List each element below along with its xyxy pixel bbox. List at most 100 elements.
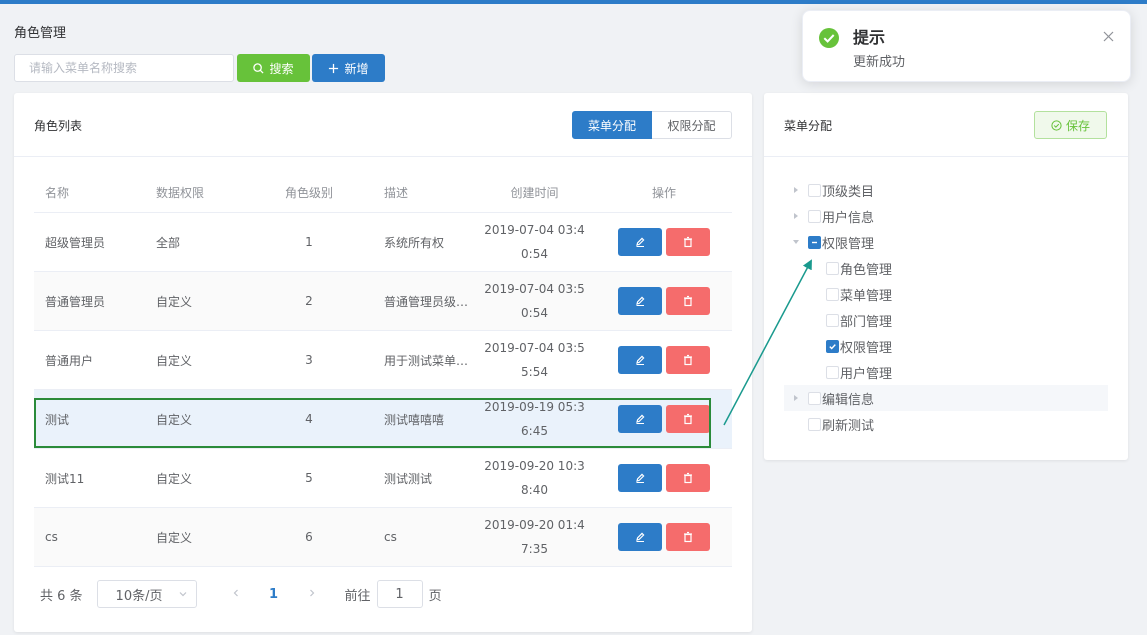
tree-node-user-info[interactable]: 用户信息	[784, 203, 1108, 229]
tree-node-dept-mgmt[interactable]: 部门管理	[784, 307, 1108, 333]
tree-checkbox[interactable]	[808, 209, 821, 223]
edit-button[interactable]	[618, 346, 662, 374]
tree-node-perm-mgmt-child[interactable]: 权限管理	[784, 333, 1108, 359]
tree-node-role-mgmt[interactable]: 角色管理	[784, 255, 1108, 281]
menu-assign-title: 菜单分配	[784, 119, 833, 133]
cell-created: 2019-07-04 03:4 0:54	[473, 218, 596, 266]
tree-checkbox[interactable]	[808, 183, 821, 197]
role-table: 名称 数据权限 角色级别 描述 创建时间 操作 超级管理员 全部 1 系统所有权…	[34, 173, 732, 567]
check-icon	[829, 343, 836, 350]
tab-menu-assign[interactable]: 菜单分配	[572, 111, 652, 139]
created-line2: 8:40	[521, 483, 548, 497]
tree-node-label: 角色管理	[840, 262, 893, 278]
edit-button[interactable]	[618, 523, 662, 551]
tree-node-refresh-test[interactable]: 刷新测试	[784, 411, 1108, 437]
tree-node-top-category[interactable]: 顶级类目	[784, 177, 1108, 203]
tree-node-label: 用户信息	[822, 210, 875, 226]
created-line1: 2019-07-04 03:5	[484, 282, 585, 296]
delete-button[interactable]	[666, 405, 710, 433]
col-level[interactable]: 角色级别	[255, 184, 363, 201]
table-row[interactable]: 测试11 自定义 5 测试测试 2019-09-20 10:3 8:40	[34, 449, 732, 508]
chevron-left-icon	[233, 589, 238, 596]
search-icon	[253, 62, 265, 74]
tree-checkbox[interactable]	[808, 391, 821, 405]
check-circle-icon	[1051, 119, 1062, 131]
delete-button[interactable]	[666, 346, 710, 374]
collapse-caret-icon[interactable]	[784, 238, 808, 246]
add-button[interactable]: 新增	[312, 54, 385, 82]
cell-level: 1	[305, 235, 313, 249]
cell-desc: 普通管理员级…	[384, 294, 469, 309]
table-row[interactable]: 超级管理员 全部 1 系统所有权 2019-07-04 03:4 0:54	[34, 213, 732, 272]
col-created[interactable]: 创建时间	[473, 181, 596, 205]
close-icon[interactable]	[1103, 31, 1114, 42]
edit-icon	[636, 532, 645, 542]
tree-checkbox[interactable]	[826, 261, 839, 275]
tree-checkbox-indeterminate[interactable]	[808, 235, 821, 249]
page-size-select[interactable]: 10条/页	[96, 580, 197, 608]
col-scope[interactable]: 数据权限	[145, 184, 255, 201]
table-row[interactable]: cs 自定义 6 cs 2019-09-20 01:4 7:35	[34, 508, 732, 567]
delete-button[interactable]	[666, 287, 710, 315]
cell-name: cs	[45, 530, 58, 544]
page-number-current[interactable]: 1	[259, 587, 289, 602]
tree-node-menu-mgmt[interactable]: 菜单管理	[784, 281, 1108, 307]
search-button[interactable]: 搜索	[237, 54, 310, 82]
trash-icon	[684, 236, 692, 248]
tree-checkbox[interactable]	[808, 417, 821, 431]
tree-node-label: 用户管理	[840, 366, 893, 382]
edit-button[interactable]	[618, 405, 662, 433]
edit-button[interactable]	[618, 464, 662, 492]
cell-scope: 自定义	[156, 353, 193, 368]
pagination: 共 6 条 10条/页 1 前往 页	[40, 580, 442, 608]
edit-icon	[636, 355, 645, 365]
menu-assign-card: 菜单分配 保存 顶级类目 用户信息 权限管理 角色管理 菜单管理 部门管理 权限…	[764, 93, 1128, 460]
expand-caret-icon[interactable]	[784, 212, 808, 220]
menu-assign-header: 菜单分配 保存	[764, 93, 1128, 157]
next-page-button[interactable]	[297, 587, 327, 602]
notification-title: 提示	[853, 28, 886, 47]
tree-checkbox[interactable]	[826, 365, 839, 379]
edit-icon	[636, 296, 645, 306]
goto-page-input[interactable]	[376, 580, 423, 608]
cell-desc: 用于测试菜单…	[384, 353, 469, 368]
tree-checkbox[interactable]	[826, 313, 839, 327]
cell-level: 5	[305, 471, 313, 485]
chevron-right-icon	[309, 589, 314, 596]
delete-button[interactable]	[666, 228, 710, 256]
prev-page-button[interactable]	[221, 587, 251, 602]
table-row-selected[interactable]: 测试 自定义 4 测试嘻嘻嘻 2019-09-19 05:3 6:45	[34, 390, 732, 449]
save-button[interactable]: 保存	[1034, 111, 1107, 139]
search-input[interactable]	[14, 54, 234, 82]
cell-name: 测试11	[45, 471, 85, 486]
tree-checkbox-checked[interactable]	[826, 339, 839, 353]
table-row[interactable]: 普通用户 自定义 3 用于测试菜单… 2019-07-04 03:5 5:54	[34, 331, 732, 390]
cell-actions	[596, 523, 732, 551]
cell-desc: cs	[384, 530, 397, 544]
cell-actions	[596, 464, 732, 492]
tree-node-permission-mgmt[interactable]: 权限管理	[784, 229, 1108, 255]
page-title: 角色管理	[14, 26, 67, 41]
edit-button[interactable]	[618, 228, 662, 256]
col-name[interactable]: 名称	[34, 184, 145, 201]
tree-node-label: 权限管理	[840, 340, 893, 356]
cell-scope: 自定义	[156, 294, 193, 309]
trash-icon	[684, 472, 692, 484]
created-line2: 6:45	[521, 424, 548, 438]
created-line1: 2019-09-20 10:3	[484, 459, 585, 473]
tree-checkbox[interactable]	[826, 287, 839, 301]
delete-button[interactable]	[666, 523, 710, 551]
role-list-header: 角色列表 菜单分配 权限分配	[14, 93, 752, 157]
cell-name: 普通用户	[45, 353, 94, 368]
expand-caret-icon[interactable]	[784, 186, 808, 194]
expand-caret-icon[interactable]	[784, 394, 808, 402]
cell-scope: 自定义	[156, 412, 193, 427]
edit-button[interactable]	[618, 287, 662, 315]
delete-button[interactable]	[666, 464, 710, 492]
tab-permission-assign[interactable]: 权限分配	[652, 111, 732, 139]
menu-tree: 顶级类目 用户信息 权限管理 角色管理 菜单管理 部门管理 权限管理 用户管理 …	[784, 177, 1108, 437]
col-desc[interactable]: 描述	[363, 184, 473, 201]
table-row[interactable]: 普通管理员 自定义 2 普通管理员级… 2019-07-04 03:5 0:54	[34, 272, 732, 331]
tree-node-edit-info[interactable]: 编辑信息	[784, 385, 1108, 411]
tree-node-user-mgmt[interactable]: 用户管理	[784, 359, 1108, 385]
